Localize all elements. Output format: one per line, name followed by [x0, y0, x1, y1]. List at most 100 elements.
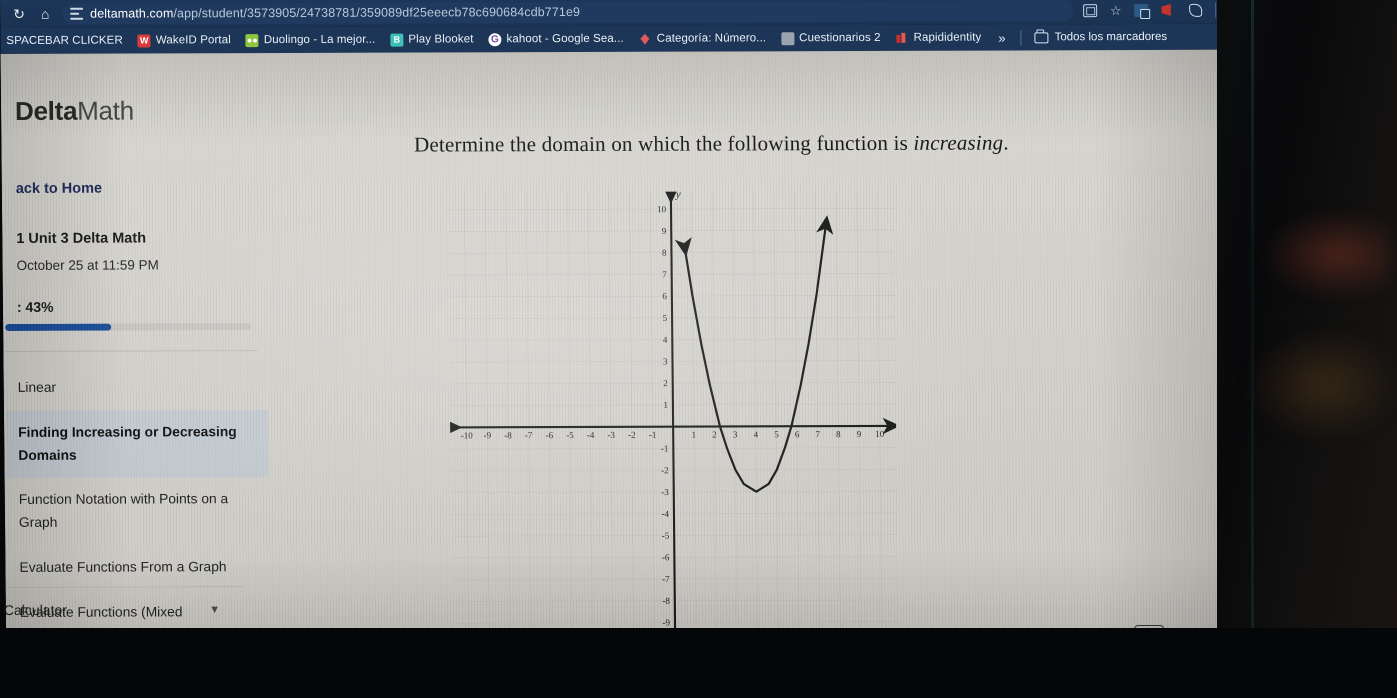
speaker-icon[interactable]	[1161, 4, 1176, 16]
svg-text:8: 8	[836, 429, 841, 439]
svg-text:-5: -5	[566, 430, 574, 440]
bookmark-item[interactable]: ●● Duolingo - La mejor...	[240, 31, 382, 48]
kite-icon	[639, 32, 652, 45]
reload-icon[interactable]: ↻	[6, 3, 32, 25]
room-background-bottom	[0, 628, 1397, 698]
bookmark-item[interactable]: B Play Blooket	[384, 31, 479, 48]
sidebar-item-finding-increasing-decreasing-domains[interactable]: Finding Increasing or Decreasing Domains	[5, 409, 269, 479]
toolbar-icon-group: ☆	[1073, 2, 1234, 18]
blooket-icon: B	[390, 33, 404, 47]
bookmarks-overflow-button[interactable]: »	[990, 30, 1013, 45]
function-graph: -10-9-8-7-6-5-4-3-2-112345678910-10-9-8-…	[447, 190, 899, 663]
all-bookmarks-button[interactable]: Todos los marcadores	[1029, 29, 1174, 46]
sidebar-item-linear[interactable]: Linear	[6, 365, 268, 411]
question-suffix: .	[1003, 130, 1009, 155]
bookmark-item[interactable]: Rapididentity	[889, 29, 987, 46]
extension-icon[interactable]	[1134, 3, 1149, 17]
progress-label: : 43%	[16, 298, 54, 315]
bookmark-item[interactable]: W WakeID Portal	[132, 32, 237, 49]
assignment-title: 1 Unit 3 Delta Math	[16, 230, 147, 247]
rapididentity-icon	[895, 31, 908, 44]
calculator-label: Calculator	[3, 601, 67, 618]
svg-text:9: 9	[662, 226, 667, 236]
svg-text:-2: -2	[628, 430, 636, 440]
svg-text:x: x	[897, 421, 898, 433]
svg-text:-4: -4	[587, 430, 595, 440]
svg-text:-3: -3	[661, 487, 669, 497]
photographed-screen: ↻ ⌂ deltamath.com/app/student/3573905/24…	[0, 0, 1397, 698]
svg-text:2: 2	[712, 429, 717, 439]
bookmark-item[interactable]: Cuestionarios 2	[775, 29, 887, 46]
pin-icon[interactable]	[1189, 3, 1203, 17]
svg-text:-1: -1	[661, 443, 669, 453]
svg-text:y: y	[675, 191, 681, 201]
deltamath-page: DeltaMath ack to Home 1 Unit 3 Delta Mat…	[0, 49, 1247, 698]
room-background-right	[1217, 0, 1397, 698]
svg-text:5: 5	[663, 313, 668, 323]
folder-icon	[1034, 31, 1049, 43]
form-icon	[781, 31, 795, 45]
svg-text:4: 4	[663, 335, 668, 345]
translate-icon[interactable]	[1082, 3, 1097, 17]
url-text: deltamath.com/app/student/3573905/247387…	[90, 5, 580, 21]
svg-text:6: 6	[795, 429, 800, 439]
svg-text:-8: -8	[662, 596, 670, 606]
sidebar-divider	[5, 350, 258, 352]
svg-text:7: 7	[662, 269, 667, 279]
progress-bar	[5, 323, 252, 331]
calculator-toggle[interactable]: Calculator ▾	[0, 586, 245, 631]
bookmark-label: Duolingo - La mejor...	[263, 33, 376, 47]
svg-text:6: 6	[662, 291, 667, 301]
page-settings-icon[interactable]	[70, 7, 84, 20]
address-bar[interactable]: deltamath.com/app/student/3573905/247387…	[62, 0, 1073, 25]
duolingo-icon: ●●	[245, 33, 259, 47]
svg-text:5: 5	[774, 429, 779, 439]
chevron-down-icon[interactable]: ▾	[211, 601, 218, 617]
bookmark-label: Rapididentity	[913, 31, 982, 44]
question-text: Determine the domain on which the follow…	[413, 130, 914, 157]
url-path: /app/student/3573905/24738781/359089df25…	[173, 4, 581, 21]
svg-text:8: 8	[662, 248, 667, 258]
svg-text:3: 3	[663, 356, 668, 366]
svg-text:3: 3	[733, 429, 738, 439]
bookmark-label: SPACEBAR CLICKER	[6, 34, 123, 47]
all-bookmarks-label: Todos los marcadores	[1054, 30, 1168, 44]
deltamath-logo: DeltaMath	[15, 95, 237, 127]
question-prompt: Determine the domain on which the follow…	[331, 130, 1091, 158]
svg-text:10: 10	[657, 204, 667, 214]
logo-math: Math	[77, 95, 134, 126]
bookmark-item[interactable]: G kahoot - Google Sea...	[482, 30, 629, 48]
svg-text:-2: -2	[661, 465, 669, 475]
bookmark-star-icon[interactable]: ☆	[1110, 3, 1122, 18]
background-glow	[1261, 210, 1391, 300]
home-icon[interactable]: ⌂	[32, 3, 58, 25]
bookmark-item[interactable]: SPACEBAR CLICKER	[0, 33, 129, 49]
svg-text:-6: -6	[662, 552, 670, 562]
axis-names: xy	[675, 191, 899, 433]
back-to-home-link[interactable]: ack to Home	[16, 180, 238, 197]
assignment-due-date: October 25 at 11:59 PM	[16, 257, 159, 273]
background-glow	[1247, 330, 1387, 440]
question-emphasis: increasing	[913, 130, 1004, 155]
svg-text:-7: -7	[525, 430, 533, 440]
main-content: Determine the domain on which the follow…	[269, 50, 1247, 697]
graph-svg: -10-9-8-7-6-5-4-3-2-112345678910-10-9-8-…	[447, 190, 899, 663]
sidebar-item-evaluate-functions-from-graph[interactable]: Evaluate Functions From a Graph	[7, 545, 269, 591]
svg-text:-9: -9	[484, 430, 492, 440]
bookmarks-divider	[1020, 29, 1022, 45]
sidebar-item-function-notation-points-graph[interactable]: Function Notation with Points on a Graph	[7, 477, 270, 545]
sidebar: DeltaMath ack to Home 1 Unit 3 Delta Mat…	[0, 53, 269, 698]
svg-text:1: 1	[692, 430, 697, 440]
svg-text:1: 1	[663, 400, 668, 410]
svg-text:-7: -7	[662, 574, 670, 584]
bookmark-item[interactable]: Categoría: Número...	[633, 30, 773, 47]
url-domain: deltamath.com	[90, 6, 174, 21]
bookmark-label: WakeID Portal	[155, 34, 231, 47]
google-icon: G	[488, 32, 502, 46]
bookmark-label: Cuestionarios 2	[799, 31, 881, 45]
svg-text:7: 7	[815, 429, 820, 439]
wakeid-icon: W	[137, 33, 151, 48]
progress-bar-fill	[5, 323, 111, 331]
svg-text:-4: -4	[661, 509, 669, 519]
bookmark-label: Categoría: Número...	[656, 32, 767, 45]
